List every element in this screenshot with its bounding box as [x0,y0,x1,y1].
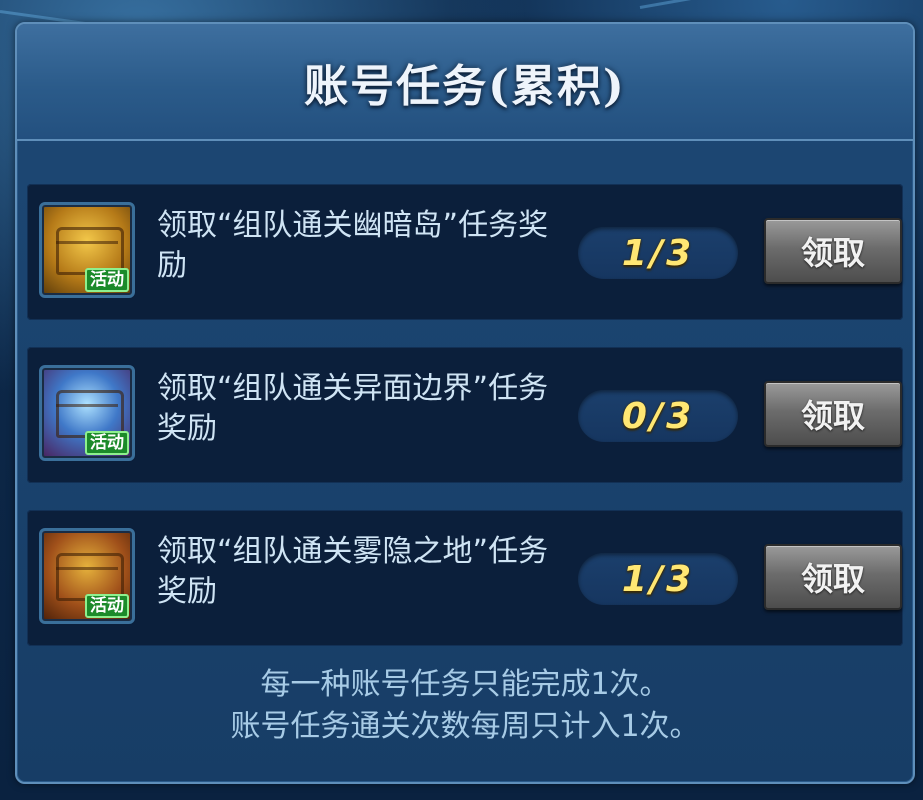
task-row: 活动 领取“组队通关幽暗岛”任务奖励 1/3 领取 [27,184,903,320]
progress-text: 1/3 [621,232,695,274]
background-streak [639,0,917,9]
gold-chest-icon: 活动 [39,202,135,298]
event-tag: 活动 [85,431,129,455]
progress-indicator: 1/3 [578,227,738,279]
event-tag: 活动 [85,594,129,618]
claim-button-label: 领取 [800,560,865,598]
golden-chest-icon: 活动 [39,528,135,624]
footer-note-2: 账号任务通关次数每周只计入1次。 [230,709,700,744]
dialog-title: 账号任务(累积) [304,60,626,112]
chest-lid [56,241,118,244]
task-description: 领取“组队通关异面边界”任务奖励 [157,371,549,446]
progress-indicator: 1/3 [578,553,738,605]
chest-lid [56,567,118,570]
account-tasks-dialog: 账号任务(累积) 活动 领取“组队通关幽暗岛”任务奖励 1/3 领取 活动 领取 [15,22,915,784]
task-description: 领取“组队通关幽暗岛”任务奖励 [157,208,549,283]
claim-button[interactable]: 领取 [764,544,902,610]
chest-lid [56,404,118,407]
progress-indicator: 0/3 [578,390,738,442]
footer-note-1: 每一种账号任务只能完成1次。 [260,667,670,702]
task-row: 活动 领取“组队通关异面边界”任务奖励 0/3 领取 [27,347,903,483]
progress-text: 1/3 [621,558,695,600]
claim-button[interactable]: 领取 [764,381,902,447]
title-bar: 账号任务(累积) [17,24,913,141]
claim-button-label: 领取 [800,397,865,435]
progress-text: 0/3 [621,395,695,437]
blue-chest-icon: 活动 [39,365,135,461]
claim-button[interactable]: 领取 [764,218,902,284]
footer-notes: 每一种账号任务只能完成1次。 账号任务通关次数每周只计入1次。 [17,664,913,748]
task-description: 领取“组队通关雾隐之地”任务奖励 [157,534,549,609]
task-row: 活动 领取“组队通关雾隐之地”任务奖励 1/3 领取 [27,510,903,646]
claim-button-label: 领取 [800,234,865,272]
event-tag: 活动 [85,268,129,292]
task-list: 活动 领取“组队通关幽暗岛”任务奖励 1/3 领取 活动 领取“组队通关异面边界… [27,184,903,673]
